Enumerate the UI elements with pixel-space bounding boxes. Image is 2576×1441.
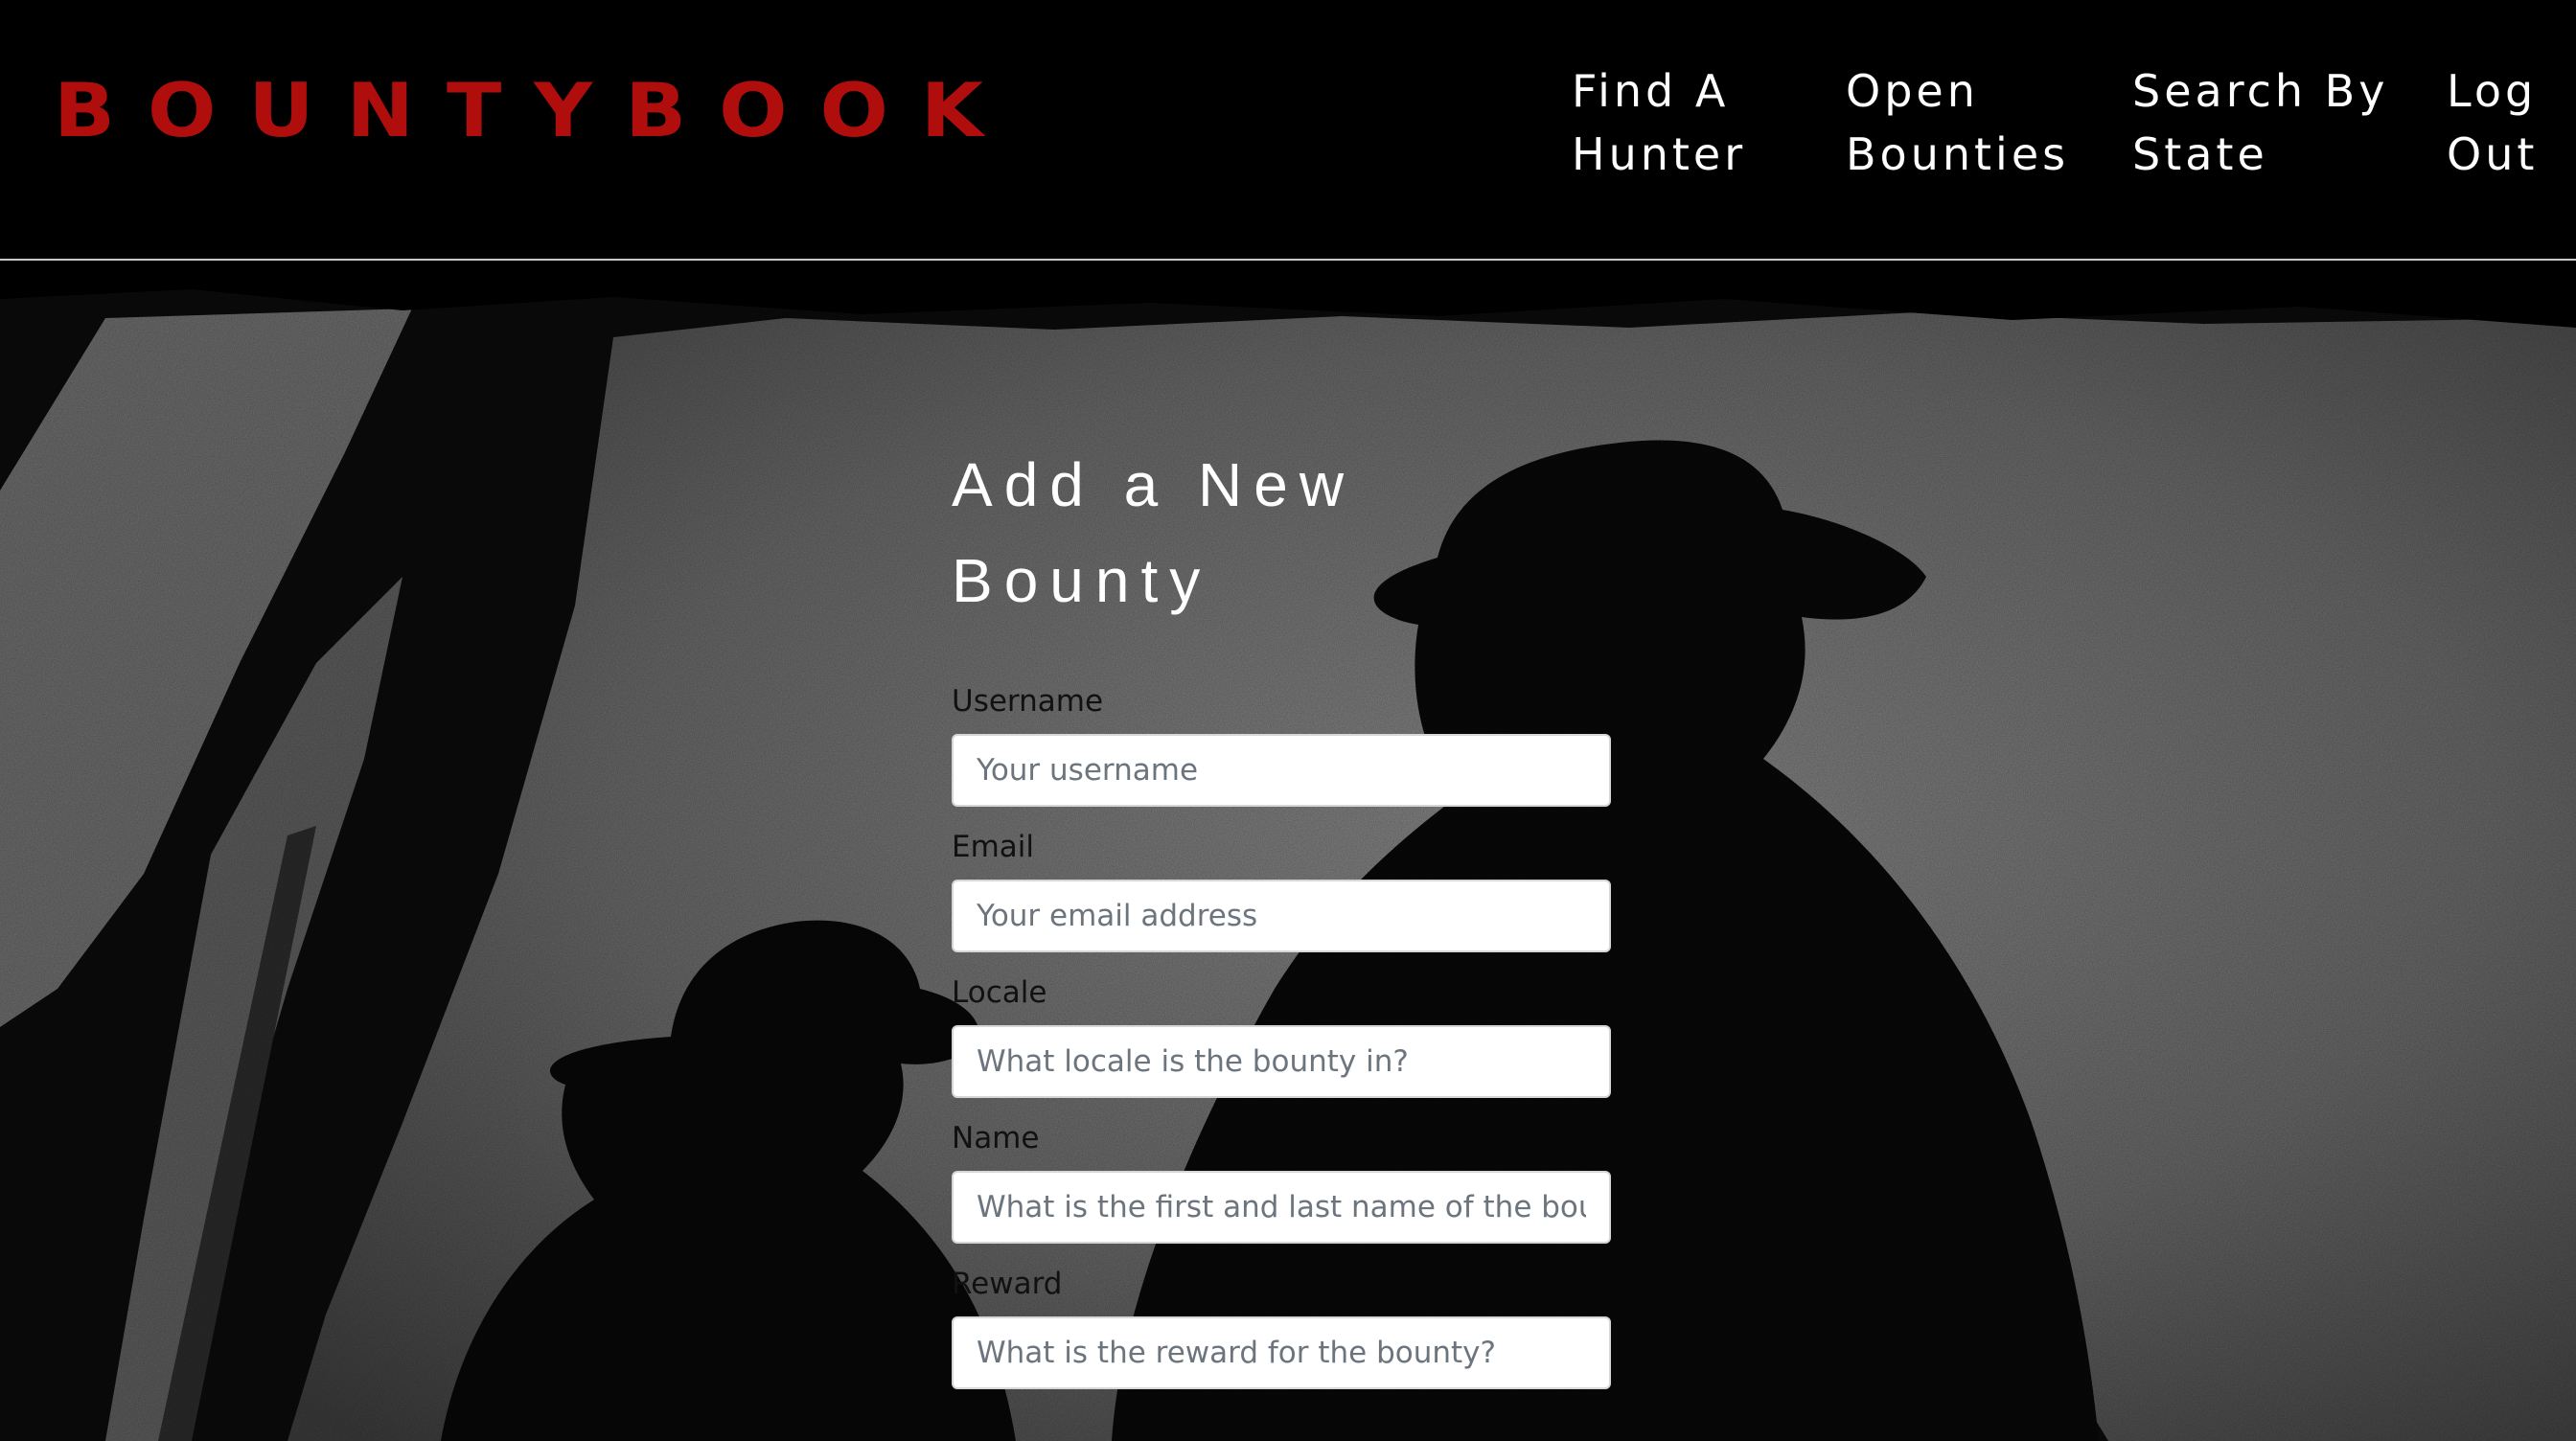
- username-input[interactable]: [952, 734, 1611, 807]
- nav-open-bounties-line2: Bounties: [1846, 128, 2070, 180]
- nav-open-bounties-line1: Open: [1846, 65, 1979, 117]
- name-label: Name: [952, 1121, 1040, 1155]
- nav-search-by-state-line1: Search By: [2132, 65, 2389, 117]
- locale-field-group: Locale: [952, 972, 1611, 1098]
- name-field-group: Name: [952, 1117, 1611, 1244]
- nav-search-by-state[interactable]: Search By State: [2132, 59, 2388, 186]
- reward-input[interactable]: [952, 1316, 1611, 1389]
- username-field-group: Username: [952, 680, 1611, 807]
- email-field-group: Email: [952, 826, 1611, 952]
- nav-find-hunter-line2: Hunter: [1572, 128, 1747, 180]
- nav-find-hunter-line1: Find A: [1572, 65, 1730, 117]
- name-input[interactable]: [952, 1171, 1611, 1244]
- brand-logo[interactable]: BOUNTYBOOK: [54, 57, 1016, 163]
- locale-input[interactable]: [952, 1025, 1611, 1098]
- nav-search-by-state-line2: State: [2132, 128, 2268, 180]
- reward-label: Reward: [952, 1267, 1063, 1301]
- nav-log-out-line2: Out: [2447, 128, 2539, 180]
- hero-section: Add a New Bounty Username Email Locale N…: [0, 261, 2576, 1441]
- nav-log-out-line1: Log: [2447, 65, 2538, 117]
- locale-label: Locale: [952, 975, 1047, 1010]
- nav-find-hunter[interactable]: Find A Hunter: [1572, 59, 1746, 186]
- username-label: Username: [952, 684, 1104, 719]
- top-navbar: BOUNTYBOOK Find A Hunter Open Bounties S…: [0, 0, 2576, 261]
- nav-log-out[interactable]: Log Out: [2447, 59, 2538, 186]
- add-bounty-form: Add a New Bounty Username Email Locale N…: [952, 437, 1611, 1408]
- form-title: Add a New Bounty: [952, 450, 1356, 615]
- email-input[interactable]: [952, 880, 1611, 952]
- email-label: Email: [952, 830, 1035, 864]
- reward-field-group: Reward: [952, 1263, 1611, 1389]
- nav-open-bounties[interactable]: Open Bounties: [1846, 59, 2069, 186]
